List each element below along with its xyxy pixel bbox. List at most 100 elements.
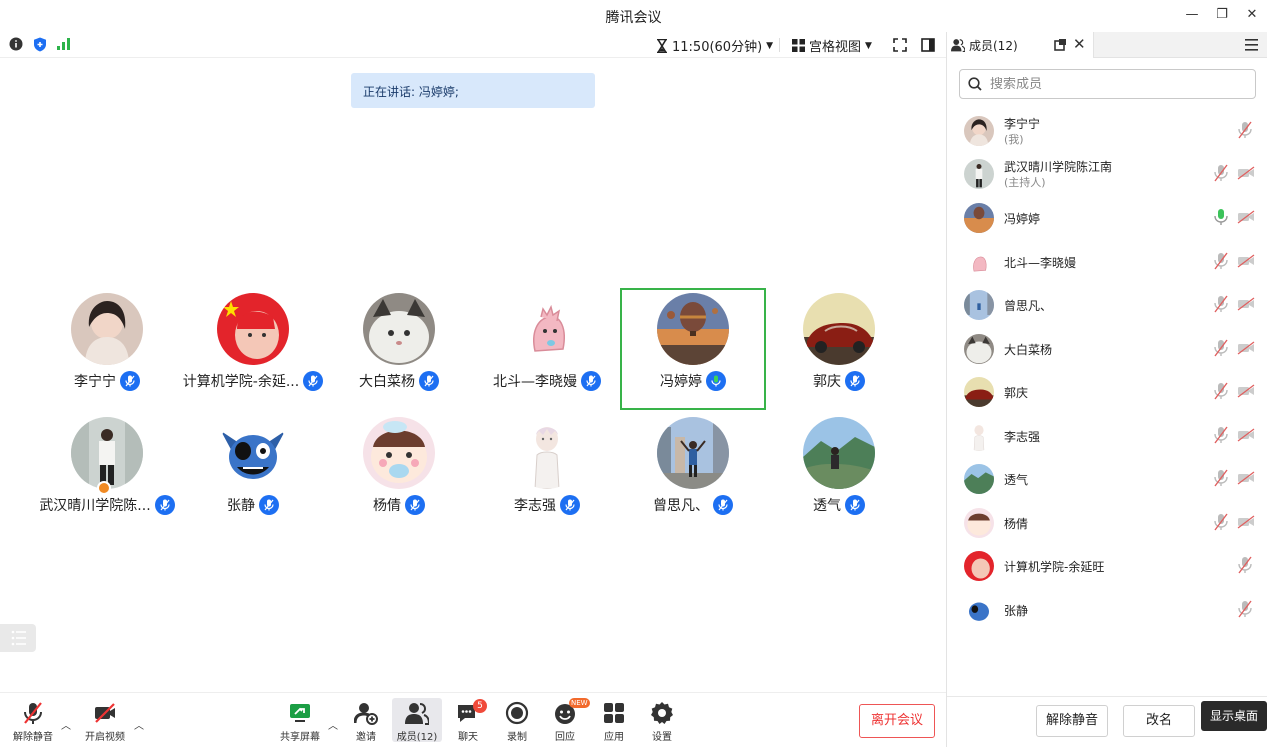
participant-tile[interactable]: 杨倩 [326, 413, 472, 535]
participant-name-row: 大白菜杨 [326, 371, 472, 391]
avatar [964, 290, 994, 320]
mic-off-icon[interactable] [1237, 600, 1253, 618]
mic-off-icon[interactable] [1213, 164, 1229, 182]
member-row[interactable]: 李志强 [947, 414, 1267, 457]
member-row[interactable]: 杨倩 [947, 501, 1267, 544]
participant-name-row: 李宁宁 [34, 371, 180, 391]
camera-off-icon[interactable] [1237, 515, 1255, 529]
mic-muted-icon [845, 495, 865, 515]
react-button[interactable]: 回应 NEW [540, 698, 590, 743]
settings-button[interactable]: 设置 [637, 701, 687, 743]
member-name: 张静 [1004, 604, 1029, 618]
react-label: 回应 [555, 732, 575, 743]
camera-off-icon[interactable] [1237, 341, 1255, 355]
participant-name-row: 李志强 [474, 495, 620, 515]
mic-active-icon [706, 371, 726, 391]
camera-off-icon[interactable] [1237, 428, 1255, 442]
member-search-box[interactable] [959, 69, 1256, 99]
member-row[interactable]: 透气 [947, 457, 1267, 500]
member-row[interactable]: 曾思凡、 [947, 283, 1267, 326]
mic-active-icon[interactable] [1213, 208, 1229, 226]
mic-options-caret[interactable]: ︿ [61, 717, 71, 732]
participant-name: 大白菜杨 [359, 374, 415, 390]
mic-off-icon[interactable] [1213, 469, 1229, 487]
avatar [657, 293, 729, 365]
participant-tile[interactable]: 大白菜杨 [326, 289, 472, 411]
share-options-caret[interactable]: ︿ [328, 717, 338, 732]
member-row[interactable]: 冯婷婷 [947, 196, 1267, 239]
minimize-icon[interactable]: — [1180, 4, 1204, 26]
mic-muted-icon [154, 495, 175, 515]
camera-off-icon[interactable] [1237, 166, 1255, 180]
participant-tile[interactable]: 武汉晴川学院陈... [34, 413, 180, 535]
mic-off-icon[interactable] [1237, 121, 1253, 139]
mic-off-icon[interactable] [1237, 556, 1253, 574]
camera-off-icon[interactable] [1237, 471, 1255, 485]
participant-tile[interactable]: 透气 [766, 413, 912, 535]
participant-name-row: 张静 [180, 495, 326, 515]
avatar [964, 464, 994, 494]
popout-icon[interactable] [1054, 38, 1067, 51]
list-toggle-button[interactable] [0, 624, 36, 652]
member-row[interactable]: 计算机学院-余延旺 [947, 544, 1267, 587]
share-screen-button[interactable]: 共享屏幕 [275, 701, 325, 743]
rename-button[interactable]: 改名 [1123, 705, 1195, 737]
close-panel-icon[interactable]: ✕ [1073, 35, 1086, 53]
camera-off-icon[interactable] [1237, 297, 1255, 311]
sidebar-toggle-icon[interactable] [921, 38, 935, 52]
participant-tile[interactable]: 张静 [180, 413, 326, 535]
camera-off-icon[interactable] [1237, 254, 1255, 268]
chat-button[interactable]: 聊天 5 [443, 699, 493, 743]
participant-tile[interactable]: 北斗—李晓嫚 [474, 289, 620, 411]
member-row[interactable]: 郭庆 [947, 370, 1267, 413]
member-row[interactable]: 张静 [947, 588, 1267, 631]
avatar [71, 417, 143, 489]
mic-off-icon[interactable] [1213, 295, 1229, 313]
camera-off-icon[interactable] [1237, 210, 1255, 224]
mic-off-icon[interactable] [1213, 426, 1229, 444]
hamburger-menu-icon[interactable] [1245, 39, 1258, 51]
mic-muted-icon [713, 495, 733, 515]
mic-muted-icon [845, 371, 865, 391]
avatar [217, 417, 289, 489]
tab-members[interactable]: 成员(12) ✕ [947, 32, 1094, 58]
hourglass-icon [657, 38, 667, 53]
member-role: (主持人) [1004, 176, 1046, 189]
leave-meeting-button[interactable]: 离开会议 [859, 704, 935, 738]
member-row[interactable]: 武汉晴川学院陈江南 (主持人) [947, 152, 1267, 195]
signal-icon[interactable] [57, 38, 71, 50]
unmute-all-button[interactable]: 解除静音 [1036, 705, 1108, 737]
restore-icon[interactable]: ❐ [1210, 4, 1234, 26]
info-icon[interactable] [9, 37, 23, 51]
mic-off-icon[interactable] [1213, 252, 1229, 270]
member-row[interactable]: 大白菜杨 [947, 327, 1267, 370]
camera-off-icon[interactable] [1237, 384, 1255, 398]
avatar [964, 116, 994, 146]
view-switcher[interactable]: 宫格视图 ▼ [792, 36, 872, 55]
mic-off-icon[interactable] [1213, 382, 1229, 400]
start-video-button[interactable]: 开启视频 [80, 701, 130, 743]
mic-off-icon[interactable] [1213, 339, 1229, 357]
participant-tile[interactable]: 计算机学院-余延... [180, 289, 326, 411]
members-button[interactable]: 成员(12) [392, 698, 442, 743]
record-button[interactable]: 录制 [492, 701, 542, 743]
search-input[interactable] [990, 76, 1230, 92]
fullscreen-icon[interactable] [893, 38, 907, 52]
mic-off-icon[interactable] [1213, 513, 1229, 531]
video-options-caret[interactable]: ︿ [134, 717, 144, 732]
apps-button[interactable]: 应用 [589, 701, 639, 743]
close-icon[interactable]: ✕ [1240, 4, 1264, 26]
unmute-button[interactable]: 解除静音 [8, 701, 58, 743]
invite-button[interactable]: 邀请 [341, 701, 391, 743]
meeting-timer[interactable]: 11:50(60分钟) ▼ [656, 36, 773, 55]
participant-tile-active-speaker[interactable]: 冯婷婷 [620, 288, 766, 410]
participant-name: 郭庆 [813, 374, 841, 390]
participant-tile[interactable]: 李宁宁 [34, 289, 180, 411]
participant-tile[interactable]: 曾思凡、 [620, 413, 766, 535]
shield-icon[interactable] [33, 37, 47, 52]
member-row[interactable]: 李宁宁 (我) [947, 109, 1267, 152]
participant-tile[interactable]: 郭庆 [766, 289, 912, 411]
participant-tile[interactable]: 李志强 [474, 413, 620, 535]
member-row[interactable]: 北斗—李晓嫚 [947, 240, 1267, 283]
apps-label: 应用 [604, 732, 624, 743]
